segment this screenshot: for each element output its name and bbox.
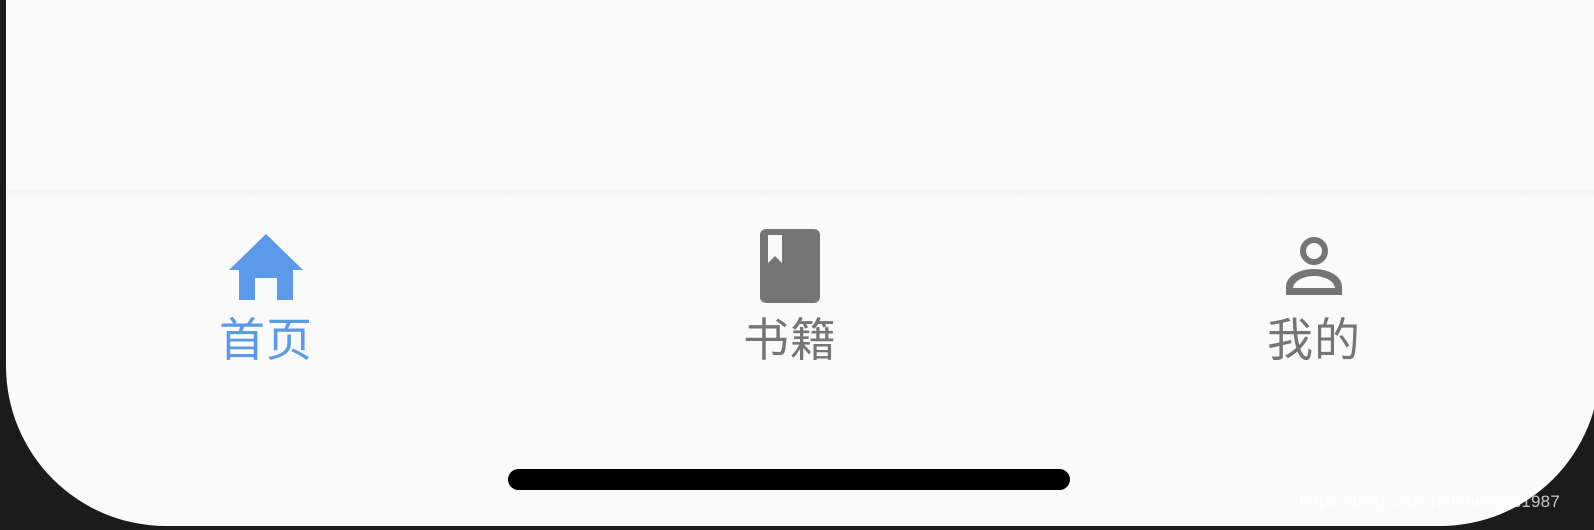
phone-screen: 首页 书籍 我的 <box>6 0 1594 526</box>
tab-mine-label: 我的 <box>1267 313 1361 367</box>
bottom-navigation-bar: 首页 书籍 我的 <box>6 196 1594 416</box>
tab-books-label: 书籍 <box>743 313 837 367</box>
watermark: https://blog.csdn.net/mengks1987 <box>1299 492 1560 511</box>
tab-home[interactable]: 首页 <box>166 226 366 386</box>
book-icon <box>750 226 830 306</box>
person-icon <box>1274 226 1354 306</box>
tab-home-label: 首页 <box>219 313 313 367</box>
home-icon <box>226 226 306 306</box>
content-area <box>6 0 1594 194</box>
tab-books[interactable]: 书籍 <box>690 226 890 386</box>
home-indicator[interactable] <box>508 469 1070 490</box>
tab-mine[interactable]: 我的 <box>1214 226 1414 386</box>
